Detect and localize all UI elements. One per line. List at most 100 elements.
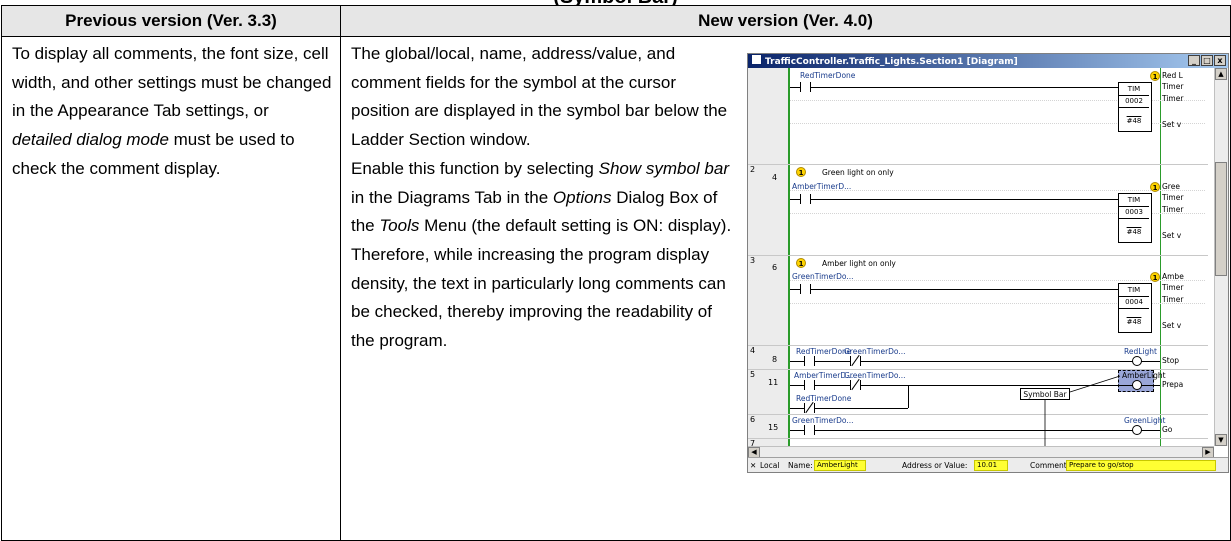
document-page: (Symbol Bar) Previous version (Ver. 3.3)… [0, 0, 1231, 541]
new-version-cell: The global/local, name, address/value, a… [340, 36, 747, 541]
rung-wire [790, 385, 1160, 386]
warning-icon: 1 [1150, 182, 1160, 192]
coil-icon[interactable] [1132, 380, 1142, 390]
contact-label: GreenTimerDo... [792, 272, 854, 281]
left-power-rail [788, 68, 790, 446]
timer-block[interactable]: TIM 0003 #48 [1118, 193, 1152, 243]
timer-block[interactable]: TIM 0002 #48 [1118, 82, 1152, 132]
coil-icon[interactable] [1132, 425, 1142, 435]
row-number: 6 [750, 415, 756, 424]
rung-wire [908, 385, 909, 408]
coil-icon[interactable] [1132, 356, 1142, 366]
output-comment: Timer [1162, 283, 1184, 292]
output-comment: Stop [1162, 356, 1180, 365]
contact-label: GreenTimerDo... [844, 371, 906, 380]
output-comment: Go [1162, 425, 1173, 434]
rung-comment: Green light on only [822, 168, 894, 177]
close-button[interactable]: x [1214, 55, 1226, 66]
coil-label: RedLight [1124, 347, 1157, 356]
output-comment: Set v [1162, 321, 1182, 330]
output-comment: Red L [1162, 71, 1183, 80]
callout-arrows [1042, 375, 1121, 459]
output-comment: Prepa [1162, 380, 1184, 389]
name-label: Name: [788, 461, 813, 470]
minimize-button[interactable]: _ [1188, 55, 1200, 66]
nc-contact-icon[interactable] [850, 354, 861, 367]
output-comment: Timer [1162, 82, 1184, 91]
output-comment: Set v [1162, 231, 1182, 240]
row-separator [748, 164, 1208, 165]
output-comment: Gree [1162, 182, 1180, 191]
no-contact-icon[interactable] [804, 425, 815, 435]
no-contact-icon[interactable] [800, 284, 811, 294]
no-contact-icon[interactable] [800, 194, 811, 204]
scroll-down-icon[interactable]: ▼ [1215, 434, 1227, 446]
window-titlebar: TrafficController.Traffic_Lights.Section… [748, 54, 1228, 68]
coil-label: AmberLight [1122, 371, 1166, 380]
contact-label: AmberTimerD... [792, 182, 852, 191]
output-comment: Timer [1162, 205, 1184, 214]
timer-block[interactable]: TIM 0004 #48 [1118, 283, 1152, 333]
step-number: 11 [768, 378, 779, 387]
rung-wire [790, 361, 1160, 362]
scope-field: Local [760, 461, 780, 470]
row-separator [748, 255, 1208, 256]
output-comment: Timer [1162, 94, 1184, 103]
no-contact-icon[interactable] [804, 380, 815, 390]
scroll-thumb[interactable] [1215, 162, 1227, 276]
output-comment: Ambe [1162, 272, 1184, 281]
row-number: 5 [750, 370, 756, 379]
grid-line [790, 190, 1205, 191]
output-comment: Timer [1162, 193, 1184, 202]
rung-wire [790, 87, 1118, 88]
previous-version-header: Previous version (Ver. 3.3) [1, 5, 341, 37]
contact-label: GreenTimerDo... [792, 416, 854, 425]
step-number: 8 [772, 355, 778, 364]
output-comment: Timer [1162, 295, 1184, 304]
no-contact-icon[interactable] [804, 356, 815, 366]
rung-comment: Amber light on only [822, 259, 896, 268]
symbol-bar-callout: Symbol Bar [1020, 388, 1070, 400]
nc-contact-icon[interactable] [804, 401, 815, 414]
maximize-button[interactable]: □ [1201, 55, 1213, 66]
warning-icon: 1 [1150, 71, 1160, 81]
previous-description: To display all comments, the font size, … [12, 44, 332, 178]
row-separator [748, 438, 1208, 439]
row-separator [748, 414, 1208, 415]
warning-icon: 1 [1150, 272, 1160, 282]
step-number: 6 [772, 263, 778, 272]
no-contact-icon[interactable] [800, 82, 811, 92]
rung-wire [790, 199, 1118, 200]
address-label: Address or Value: [902, 461, 968, 470]
new-description-p1: The global/local, name, address/value, a… [351, 44, 728, 150]
address-field: 10.01 [974, 460, 1008, 471]
row-number: 3 [750, 256, 756, 265]
step-number: 4 [772, 173, 778, 182]
previous-version-cell: To display all comments, the font size, … [1, 36, 341, 541]
rung-wire [790, 430, 1160, 431]
row-number: 4 [750, 346, 756, 355]
vertical-scrollbar[interactable]: ▲ ▼ [1214, 68, 1228, 446]
right-power-rail [1160, 68, 1161, 446]
output-comment: Set v [1162, 120, 1182, 129]
contact-label: RedTimerDone [800, 71, 856, 80]
scroll-up-icon[interactable]: ▲ [1215, 68, 1227, 80]
step-number: 15 [768, 423, 779, 432]
name-field: AmberLight [814, 460, 866, 471]
row-number: 2 [750, 165, 756, 174]
app-icon [751, 54, 762, 65]
new-description-p2: Enable this function by selecting Show s… [351, 158, 732, 236]
warning-icon: 1 [796, 258, 806, 268]
new-version-header: New version (Ver. 4.0) [340, 5, 1231, 37]
contact-label: RedTimerDone [796, 394, 852, 403]
ladder-diagram-screenshot: TrafficController.Traffic_Lights.Section… [747, 53, 1229, 473]
rung-wire [790, 289, 1118, 290]
symbol-bar: ✕ Local Name: AmberLight Address or Valu… [748, 457, 1228, 472]
row-separator [748, 345, 1208, 346]
contact-label: GreenTimerDo... [844, 347, 906, 356]
close-symbol-bar-icon[interactable]: ✕ [750, 458, 756, 472]
warning-icon: 1 [796, 167, 806, 177]
nc-contact-icon[interactable] [850, 378, 861, 391]
comment-field: Prepare to go/stop [1066, 460, 1216, 471]
coil-label: GreenLight [1124, 416, 1166, 425]
